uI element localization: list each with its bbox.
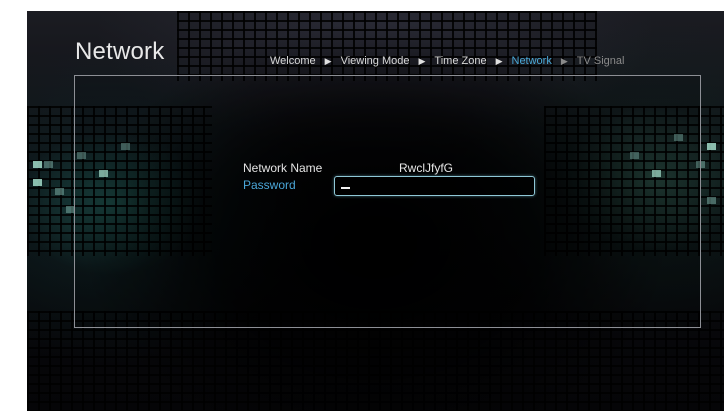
network-settings-panel: Network Name RwclJfyfG Password xyxy=(74,75,701,328)
mosaic-tile xyxy=(55,188,64,195)
password-input[interactable] xyxy=(334,176,535,196)
password-label: Password xyxy=(243,178,296,192)
breadcrumb-step-welcome: Welcome xyxy=(270,55,316,67)
network-name-label: Network Name xyxy=(243,161,323,175)
breadcrumb-step-network: Network xyxy=(511,55,552,67)
breadcrumb-step-tv-signal: TV Signal xyxy=(576,55,625,67)
breadcrumb-step-time-zone: Time Zone xyxy=(434,55,487,67)
breadcrumb: Welcome ▶ Viewing Mode ▶ Time Zone ▶ Net… xyxy=(270,55,624,67)
network-name-value: RwclJfyfG xyxy=(399,161,453,175)
mosaic-tile xyxy=(707,197,716,204)
triangle-right-icon: ▶ xyxy=(418,55,426,66)
mosaic-tile xyxy=(707,143,716,150)
mosaic-tile xyxy=(44,161,53,168)
triangle-right-icon: ▶ xyxy=(560,55,568,66)
mosaic-tile xyxy=(33,161,42,168)
triangle-right-icon: ▶ xyxy=(324,55,332,66)
mosaic-tile xyxy=(33,179,42,186)
breadcrumb-step-viewing-mode: Viewing Mode xyxy=(340,55,410,67)
page-title: Network xyxy=(75,38,165,65)
background-mosaic-top xyxy=(177,11,597,81)
tv-setup-screen: Network Welcome ▶ Viewing Mode ▶ Time Zo… xyxy=(27,11,724,411)
triangle-right-icon: ▶ xyxy=(495,55,503,66)
text-cursor xyxy=(341,187,350,189)
